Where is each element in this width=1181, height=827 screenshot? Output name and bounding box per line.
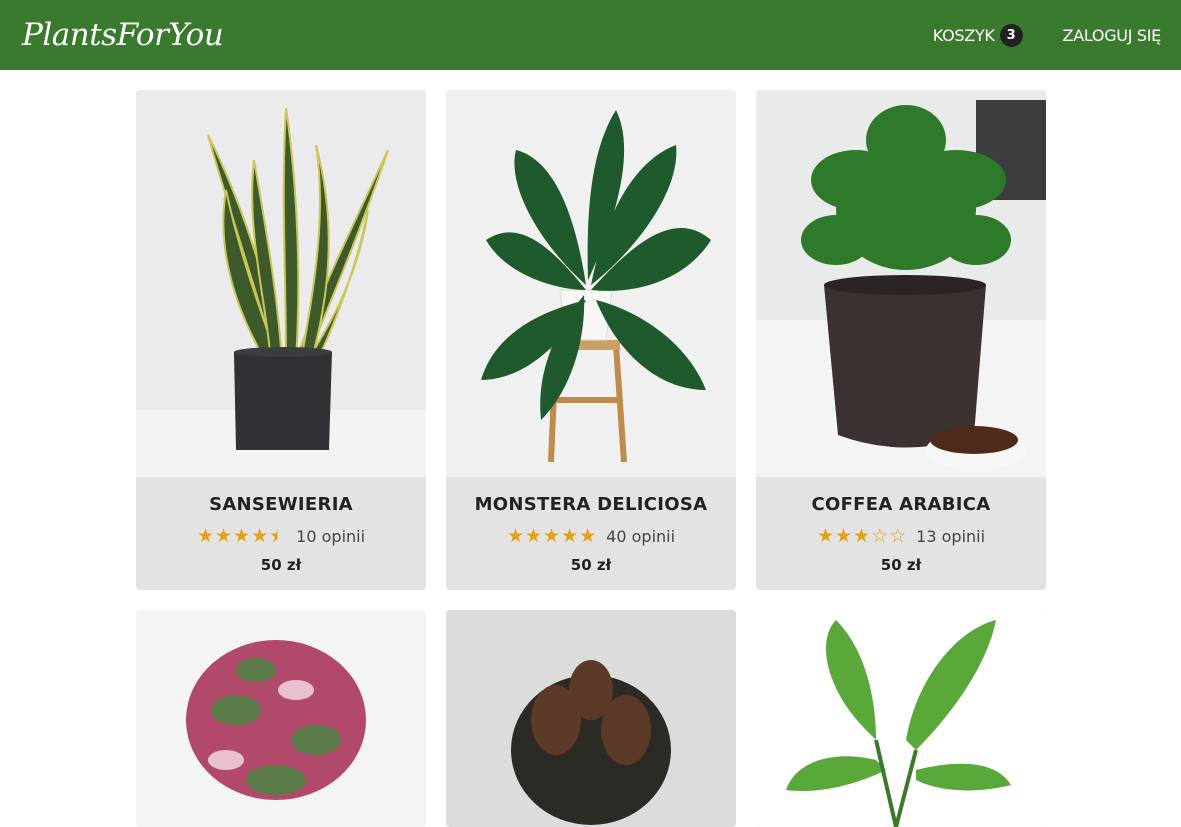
star-full-icon: ★	[579, 525, 597, 547]
star-full-icon: ★	[816, 525, 834, 547]
star-rating: ★ ★ ★ ★ ★	[197, 527, 286, 546]
product-info: COFFEA ARABICA ★ ★ ★ ☆ ☆ 13 opinii 50 zł	[756, 477, 1046, 590]
star-full-icon: ★	[251, 525, 269, 547]
product-grid: SANSEWIERIA ★ ★ ★ ★ ★ 10 opinii 50 zł MO…	[136, 90, 1046, 827]
product-image-sansevieria	[136, 90, 426, 477]
star-full-icon: ★	[506, 525, 524, 547]
star-rating: ★ ★ ★ ★ ★	[507, 527, 596, 546]
login-link[interactable]: ZALOGUJ SIĘ	[1063, 26, 1162, 45]
product-image-coffea	[756, 90, 1046, 477]
cart-link[interactable]: KOSZYK 3	[932, 23, 1023, 47]
review-count: 13 opinii	[916, 527, 986, 546]
star-full-icon: ★	[233, 525, 251, 547]
product-card[interactable]	[446, 610, 736, 827]
star-full-icon: ★	[853, 525, 871, 547]
product-price: 50 zł	[260, 556, 302, 574]
product-rating: ★ ★ ★ ★ ★ 40 opinii	[446, 527, 736, 547]
star-full-icon: ★	[214, 525, 233, 547]
star-rating: ★ ★ ★ ☆ ☆	[817, 527, 906, 546]
product-card[interactable]	[756, 610, 1046, 827]
product-image-strelitzia	[756, 610, 1046, 827]
review-count: 40 opinii	[606, 527, 676, 546]
cart-count-badge: 3	[999, 23, 1023, 47]
product-card[interactable]: MONSTERA DELICIOSA ★ ★ ★ ★ ★ 40 opinii 5…	[446, 90, 736, 590]
review-count: 10 opinii	[296, 527, 366, 546]
product-name: COFFEA ARABICA	[811, 494, 991, 515]
product-name: MONSTERA DELICIOSA	[474, 494, 708, 515]
navbar: PlantsForYou KOSZYK 3 ZALOGUJ SIĘ	[0, 0, 1181, 70]
star-empty-icon: ☆	[889, 525, 907, 547]
product-rating: ★ ★ ★ ☆ ☆ 13 opinii	[756, 527, 1046, 547]
product-info: SANSEWIERIA ★ ★ ★ ★ ★ 10 opinii 50 zł	[136, 477, 426, 590]
product-card[interactable]: SANSEWIERIA ★ ★ ★ ★ ★ 10 opinii 50 zł	[136, 90, 426, 590]
product-image-monstera	[446, 90, 736, 477]
star-full-icon: ★	[561, 525, 579, 547]
product-price: 50 zł	[570, 556, 612, 574]
cart-label: KOSZYK	[932, 25, 995, 45]
product-card[interactable]: COFFEA ARABICA ★ ★ ★ ☆ ☆ 13 opinii 50 zł	[756, 90, 1046, 590]
product-name: SANSEWIERIA	[209, 494, 353, 515]
star-full-icon: ★	[524, 525, 543, 547]
star-full-icon: ★	[834, 525, 853, 547]
star-full-icon: ★	[543, 525, 561, 547]
product-image-ficus	[446, 610, 736, 827]
star-full-icon: ★	[196, 525, 214, 547]
product-price: 50 zł	[880, 556, 922, 574]
product-rating: ★ ★ ★ ★ ★ 10 opinii	[136, 527, 426, 547]
star-empty-icon: ☆	[871, 525, 889, 547]
brand-logo[interactable]: PlantsForYou	[22, 17, 224, 53]
star-half-icon: ★	[269, 525, 287, 547]
nav-links: KOSZYK 3 ZALOGUJ SIĘ	[932, 23, 1162, 47]
product-image-tradescantia	[136, 610, 426, 827]
product-card[interactable]	[136, 610, 426, 827]
product-info: MONSTERA DELICIOSA ★ ★ ★ ★ ★ 40 opinii 5…	[446, 477, 736, 590]
